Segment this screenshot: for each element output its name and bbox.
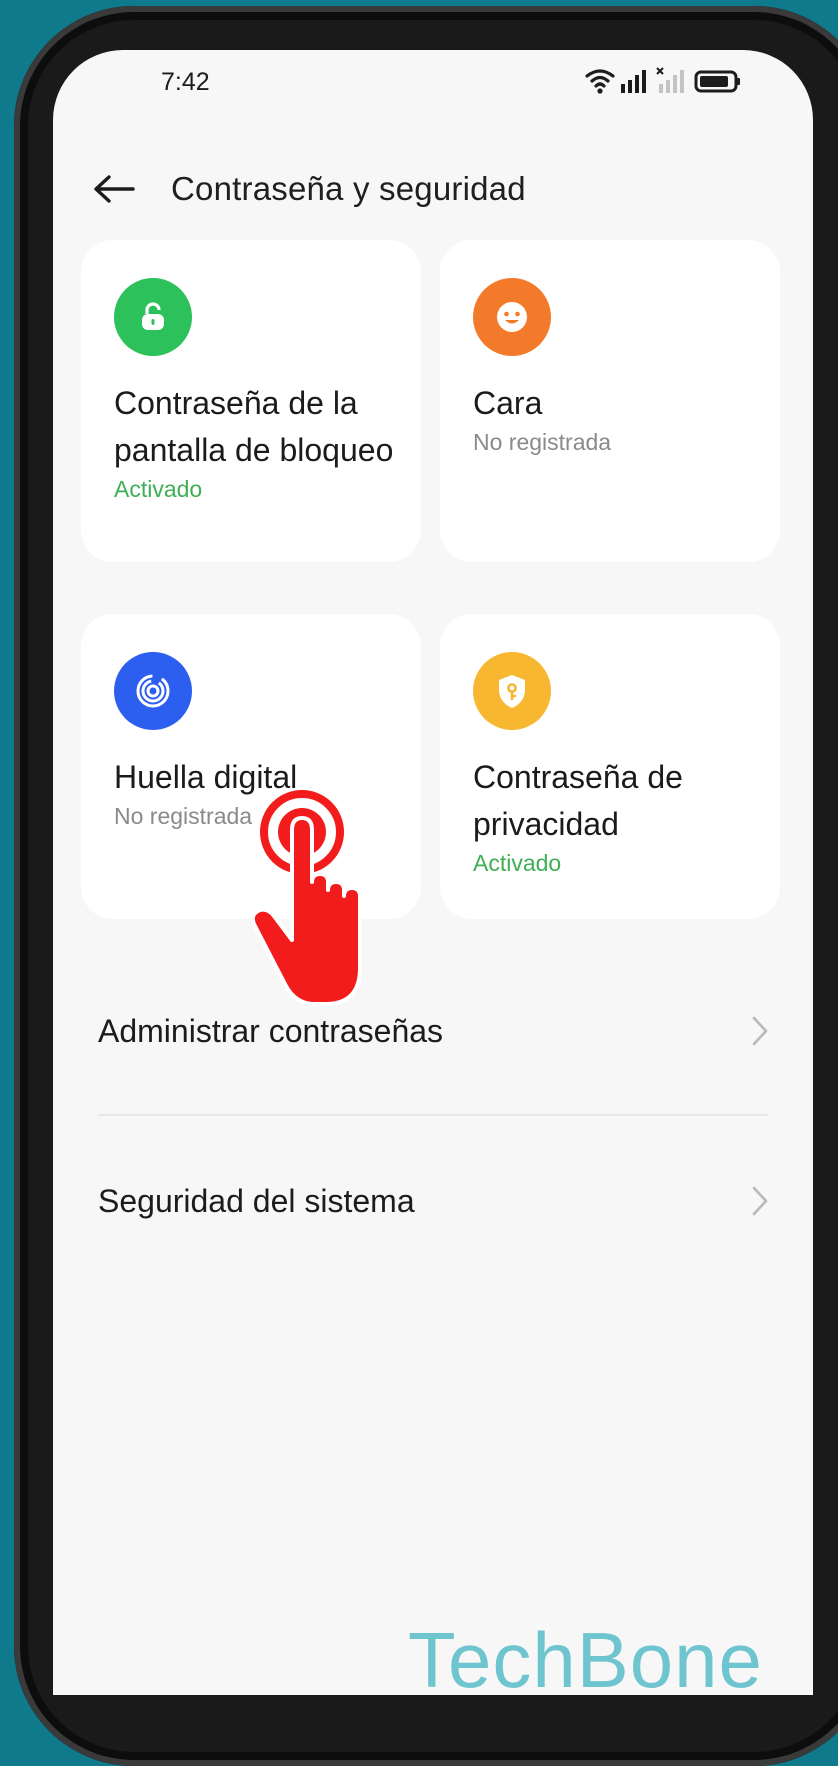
signal-icon [621,70,646,93]
lock-icon [114,278,192,356]
page-title: Contraseña y seguridad [171,170,526,207]
back-arrow-icon[interactable] [93,174,135,204]
menu-item-manage-passwords[interactable]: Administrar contraseñas [98,991,768,1071]
menu-item-label: Administrar contraseñas [98,1012,444,1049]
card-status: Activado [473,850,562,876]
status-icons [585,67,740,94]
face-icon [473,278,551,356]
menu-item-system-security[interactable]: Seguridad del sistema [98,1161,768,1241]
battery-icon [694,70,740,93]
chevron-right-icon [752,1186,768,1216]
card-title: Cara [473,385,543,421]
tap-hand-icon [250,790,362,1006]
chevron-right-icon [752,1016,768,1046]
menu-item-label: Seguridad del sistema [98,1182,415,1219]
card-status: Activado [114,476,203,502]
phone-screen: 7:42 Contraseña y seguridad Contraseña d… [53,50,813,1695]
card-title: Contraseña de la pantalla de bloqueo [114,385,394,468]
fingerprint-icon [114,652,192,730]
card-status: No registrada [473,429,612,455]
status-time: 7:42 [161,68,210,96]
card-title: Contraseña de privacidad [473,759,683,842]
card-face[interactable]: Cara No registrada [440,240,780,562]
watermark: TechBone [408,1616,763,1695]
app-header: Contraseña y seguridad [53,150,813,230]
no-signal-icon [656,67,684,93]
divider [98,1114,768,1116]
wifi-icon [585,69,615,94]
shield-key-icon [473,652,551,730]
card-privacy-password[interactable]: Contraseña de privacidad Activado [440,614,780,919]
card-lock-screen-password[interactable]: Contraseña de la pantalla de bloqueo Act… [81,240,421,562]
